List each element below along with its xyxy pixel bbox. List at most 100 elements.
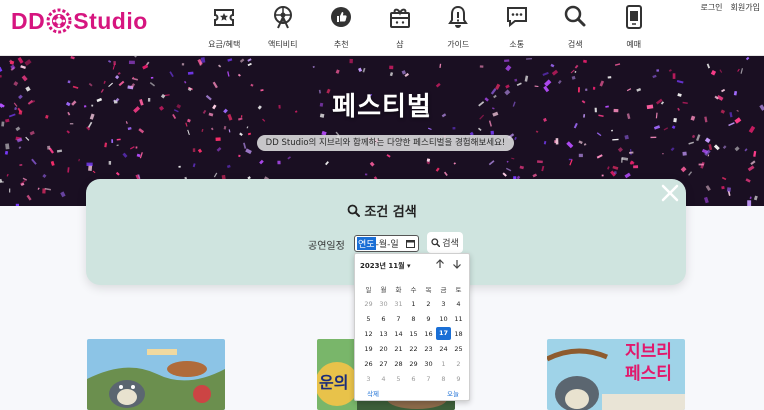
confetti-piece: [662, 153, 664, 155]
calendar-day[interactable]: 1: [436, 360, 451, 368]
festival-poster-title: 지브리 페스티: [625, 341, 672, 385]
date-year-segment[interactable]: 연도: [357, 237, 376, 250]
calendar-day[interactable]: 31: [391, 300, 406, 308]
confetti-piece: [215, 137, 221, 142]
calendar-day[interactable]: 29: [406, 360, 421, 368]
nav-item-activity[interactable]: 액티비티: [254, 4, 313, 50]
festival-poster-image: [87, 339, 225, 410]
search-button-label: 검색: [442, 239, 459, 249]
calendar-day[interactable]: 6: [376, 315, 391, 323]
search-button[interactable]: 검색: [427, 232, 463, 253]
calendar-clear-button[interactable]: 삭제: [367, 388, 379, 398]
confetti-piece: [633, 165, 639, 169]
calendar-day[interactable]: 16: [421, 330, 436, 338]
calendar-day[interactable]: 24: [436, 345, 451, 353]
calendar-icon[interactable]: [406, 239, 415, 248]
confetti-piece: [389, 65, 394, 70]
calendar-day[interactable]: 21: [391, 345, 406, 353]
calendar-day[interactable]: 29: [361, 300, 376, 308]
festival-thumbnail-1[interactable]: [87, 339, 225, 410]
signup-link[interactable]: 회원가입: [731, 2, 760, 13]
ferris-wheel-logo-icon: [46, 8, 72, 34]
nav-item-community[interactable]: 소통: [488, 4, 547, 50]
calendar-day[interactable]: 28: [391, 360, 406, 368]
confetti-piece: [5, 143, 10, 150]
weekday-label: 일: [365, 285, 372, 294]
arrow-down-icon[interactable]: [452, 259, 462, 269]
calendar-day[interactable]: 12: [361, 330, 376, 338]
date-rest-segment[interactable]: -월-일: [376, 237, 399, 250]
calendar-day[interactable]: 13: [376, 330, 391, 338]
nav-item-shop[interactable]: 샵: [371, 4, 430, 50]
login-link[interactable]: 로그인: [700, 2, 722, 13]
calendar-today-button[interactable]: 오늘: [447, 388, 459, 398]
calendar-day[interactable]: 30: [376, 300, 391, 308]
nav-item-recommend[interactable]: 추천: [312, 4, 371, 50]
dd-studio-logo[interactable]: DD Studio: [11, 6, 148, 36]
arrow-up-icon[interactable]: [435, 259, 445, 269]
modal-title-text: 조건 검색: [364, 205, 417, 220]
poster-title-line2: 페스티: [625, 364, 672, 384]
calendar-day[interactable]: 9: [451, 375, 466, 383]
calendar-day[interactable]: 10: [436, 315, 451, 323]
calendar-day[interactable]: 4: [451, 300, 466, 308]
month-selector[interactable]: 2023년 11월 ▾: [360, 261, 411, 271]
poster-title-line1: 지브리: [625, 342, 672, 362]
calendar-day[interactable]: 8: [406, 315, 421, 323]
confetti-piece: [181, 63, 185, 66]
calendar-day[interactable]: 26: [361, 360, 376, 368]
calendar-day[interactable]: 7: [391, 315, 406, 323]
calendar-day[interactable]: 5: [361, 315, 376, 323]
calendar-day[interactable]: 14: [391, 330, 406, 338]
thumbs-up-icon: [331, 7, 352, 27]
nav-item-search[interactable]: 검색: [546, 4, 605, 50]
confetti-piece: [650, 136, 657, 139]
calendar-day[interactable]: 25: [451, 345, 466, 353]
calendar-day[interactable]: 22: [406, 345, 421, 353]
calendar-day[interactable]: 20: [376, 345, 391, 353]
confetti-piece: [682, 151, 687, 156]
calendar-day[interactable]: 5: [391, 375, 406, 383]
confetti-piece: [578, 153, 583, 158]
calendar-week-row: 29 30 31 1 2 3 4: [361, 296, 466, 311]
nav-item-pricing[interactable]: 요금/혜택: [195, 4, 254, 50]
confetti-piece: [555, 138, 559, 145]
nav-item-guide[interactable]: 가이드: [429, 4, 488, 50]
calendar-day[interactable]: 9: [421, 315, 436, 323]
calendar-day[interactable]: 11: [451, 315, 466, 323]
calendar-day[interactable]: 7: [421, 375, 436, 383]
calendar-day[interactable]: 2: [451, 360, 466, 368]
calendar-day[interactable]: 2: [421, 300, 436, 308]
close-icon[interactable]: [660, 183, 680, 203]
nav-item-booking[interactable]: 예매: [605, 4, 664, 50]
confetti-piece: [601, 174, 604, 177]
nav-label: 요금/혜택: [208, 40, 241, 49]
calendar-day[interactable]: 30: [421, 360, 436, 368]
weekday-label: 수: [410, 285, 417, 294]
calendar-day[interactable]: 27: [376, 360, 391, 368]
calendar-day[interactable]: 8: [436, 375, 451, 383]
confetti-piece: [135, 146, 138, 149]
calendar-day[interactable]: 3: [436, 300, 451, 308]
calendar-day[interactable]: 19: [361, 345, 376, 353]
calendar-day[interactable]: 3: [361, 375, 376, 383]
date-input[interactable]: 연도 -월-일: [354, 235, 419, 252]
festival-thumbnail-3[interactable]: 지브리 페스티: [547, 339, 685, 410]
modal-title: 조건 검색: [0, 201, 764, 220]
calendar-week-row: 26 27 28 29 30 1 2: [361, 356, 466, 371]
calendar-day[interactable]: 15: [406, 330, 421, 338]
confetti-piece: [1, 181, 4, 183]
calendar-day[interactable]: 18: [451, 330, 466, 338]
top-header: DD Studio 요금/혜택 액티비티 추천 샵 가이드 소통 검색 예매 로…: [0, 0, 764, 56]
calendar-day[interactable]: 4: [376, 375, 391, 383]
logo-text-dd: DD: [11, 7, 46, 34]
search-icon: [431, 238, 441, 247]
calendar-day[interactable]: 6: [406, 375, 421, 383]
calendar-day[interactable]: 1: [406, 300, 421, 308]
confetti-piece: [150, 76, 154, 79]
calendar-grid: 일 월 화 수 목 금 토 29 30 31 1 2 3 4 5 6 7 8 9 10 11 12 13 14 15 16 17 18…: [361, 281, 466, 386]
calendar-day[interactable]: 23: [421, 345, 436, 353]
calendar-day-selected[interactable]: 17: [436, 327, 451, 340]
confetti-piece: [128, 60, 135, 65]
nav-label: 추천: [333, 40, 349, 49]
